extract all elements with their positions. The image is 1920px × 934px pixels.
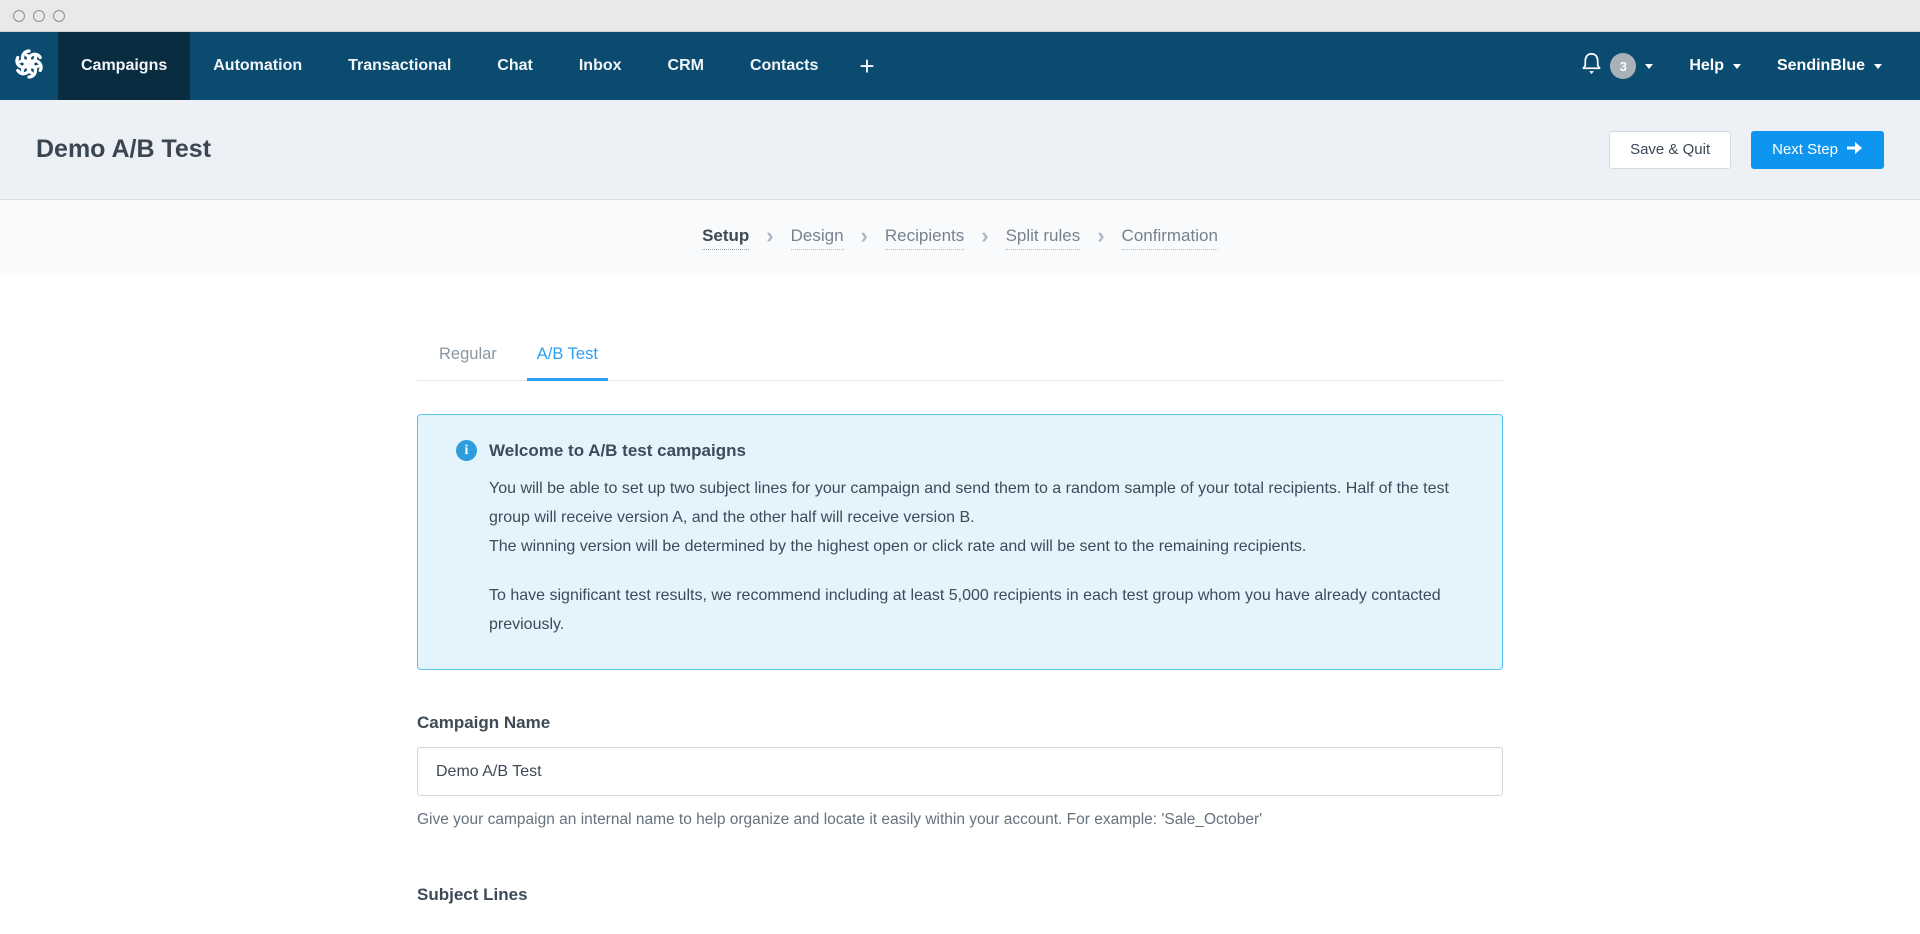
nav-menu: Campaigns Automation Transactional Chat …: [58, 32, 893, 100]
account-dropdown[interactable]: SendinBlue: [1777, 57, 1882, 75]
window-zoom-button[interactable]: [53, 9, 65, 22]
info-title-row: i Welcome to A/B test campaigns: [456, 440, 1468, 461]
info-icon: i: [456, 440, 477, 461]
chevron-down-icon: [1732, 63, 1741, 69]
chevron-down-icon: [1874, 63, 1882, 69]
step-confirmation[interactable]: Confirmation: [1121, 226, 1218, 250]
nav-item-chat[interactable]: Chat: [474, 32, 556, 100]
campaign-name-helper-text: Give your campaign an internal name to h…: [417, 811, 1263, 828]
window-titlebar: [0, 0, 1920, 32]
account-label: SendinBlue: [1776, 57, 1865, 74]
ab-test-info-box: i Welcome to A/B test campaigns You will…: [417, 414, 1503, 670]
campaign-name-label: Campaign Name: [417, 713, 551, 732]
setup-form: Regular A/B Test i Welcome to A/B test c…: [417, 332, 1503, 905]
step-split-rules[interactable]: Split rules: [1005, 226, 1081, 250]
sendinblue-logo-icon: [11, 46, 47, 87]
campaign-type-tabs: Regular A/B Test: [417, 332, 1503, 381]
sendinblue-logo[interactable]: [0, 32, 58, 100]
header-actions: Save & Quit Next Step: [1609, 130, 1884, 169]
chevron-right-icon: ›: [860, 222, 868, 248]
notifications-dropdown[interactable]: 3: [1580, 51, 1654, 81]
next-step-label: Next Step: [1772, 141, 1838, 158]
save-quit-label: Save & Quit: [1630, 141, 1711, 158]
info-box-title: Welcome to A/B test campaigns: [489, 440, 746, 460]
step-design[interactable]: Design: [790, 226, 844, 250]
campaign-stepper: Setup › Design › Recipients › Split rule…: [0, 200, 1920, 275]
bell-icon: [1580, 51, 1603, 81]
window-close-button[interactable]: [13, 9, 25, 22]
nav-item-contacts[interactable]: Contacts: [727, 32, 841, 100]
chevron-right-icon: ›: [766, 222, 774, 248]
info-box-body: You will be able to set up two subject l…: [489, 474, 1468, 639]
page-header: Demo A/B Test Save & Quit Next Step: [0, 100, 1920, 200]
step-setup[interactable]: Setup: [702, 226, 750, 250]
step-recipients[interactable]: Recipients: [884, 226, 965, 250]
save-quit-button[interactable]: Save & Quit: [1609, 130, 1732, 169]
nav-item-crm[interactable]: CRM: [645, 32, 727, 100]
help-label: Help: [1689, 57, 1724, 74]
info-paragraph-1: You will be able to set up two subject l…: [489, 480, 1449, 526]
tab-regular[interactable]: Regular: [429, 332, 507, 380]
nav-item-campaigns[interactable]: Campaigns: [58, 32, 191, 100]
nav-right-section: 3 Help SendinBlue: [1580, 32, 1920, 100]
top-nav: Campaigns Automation Transactional Chat …: [0, 32, 1920, 100]
nav-add-button[interactable]: +: [841, 32, 892, 100]
chevron-right-icon: ›: [981, 222, 989, 248]
window-minimize-button[interactable]: [33, 9, 45, 22]
tab-ab-test[interactable]: A/B Test: [526, 332, 609, 381]
campaign-name-input[interactable]: [417, 747, 1503, 796]
next-step-button[interactable]: Next Step: [1751, 130, 1884, 169]
help-dropdown[interactable]: Help: [1689, 57, 1741, 75]
nav-item-inbox[interactable]: Inbox: [556, 32, 645, 100]
nav-item-automation[interactable]: Automation: [190, 32, 325, 100]
chevron-down-icon: [1645, 63, 1654, 69]
info-paragraph-2: The winning version will be determined b…: [489, 538, 1307, 555]
arrow-right-icon: [1847, 141, 1863, 159]
nav-item-transactional[interactable]: Transactional: [325, 32, 474, 100]
chevron-right-icon: ›: [1097, 222, 1105, 248]
notification-count-badge: 3: [1610, 53, 1637, 79]
subject-lines-label: Subject Lines: [417, 885, 528, 904]
page-title: Demo A/B Test: [36, 135, 212, 163]
info-paragraph-3: To have significant test results, we rec…: [489, 587, 1441, 633]
